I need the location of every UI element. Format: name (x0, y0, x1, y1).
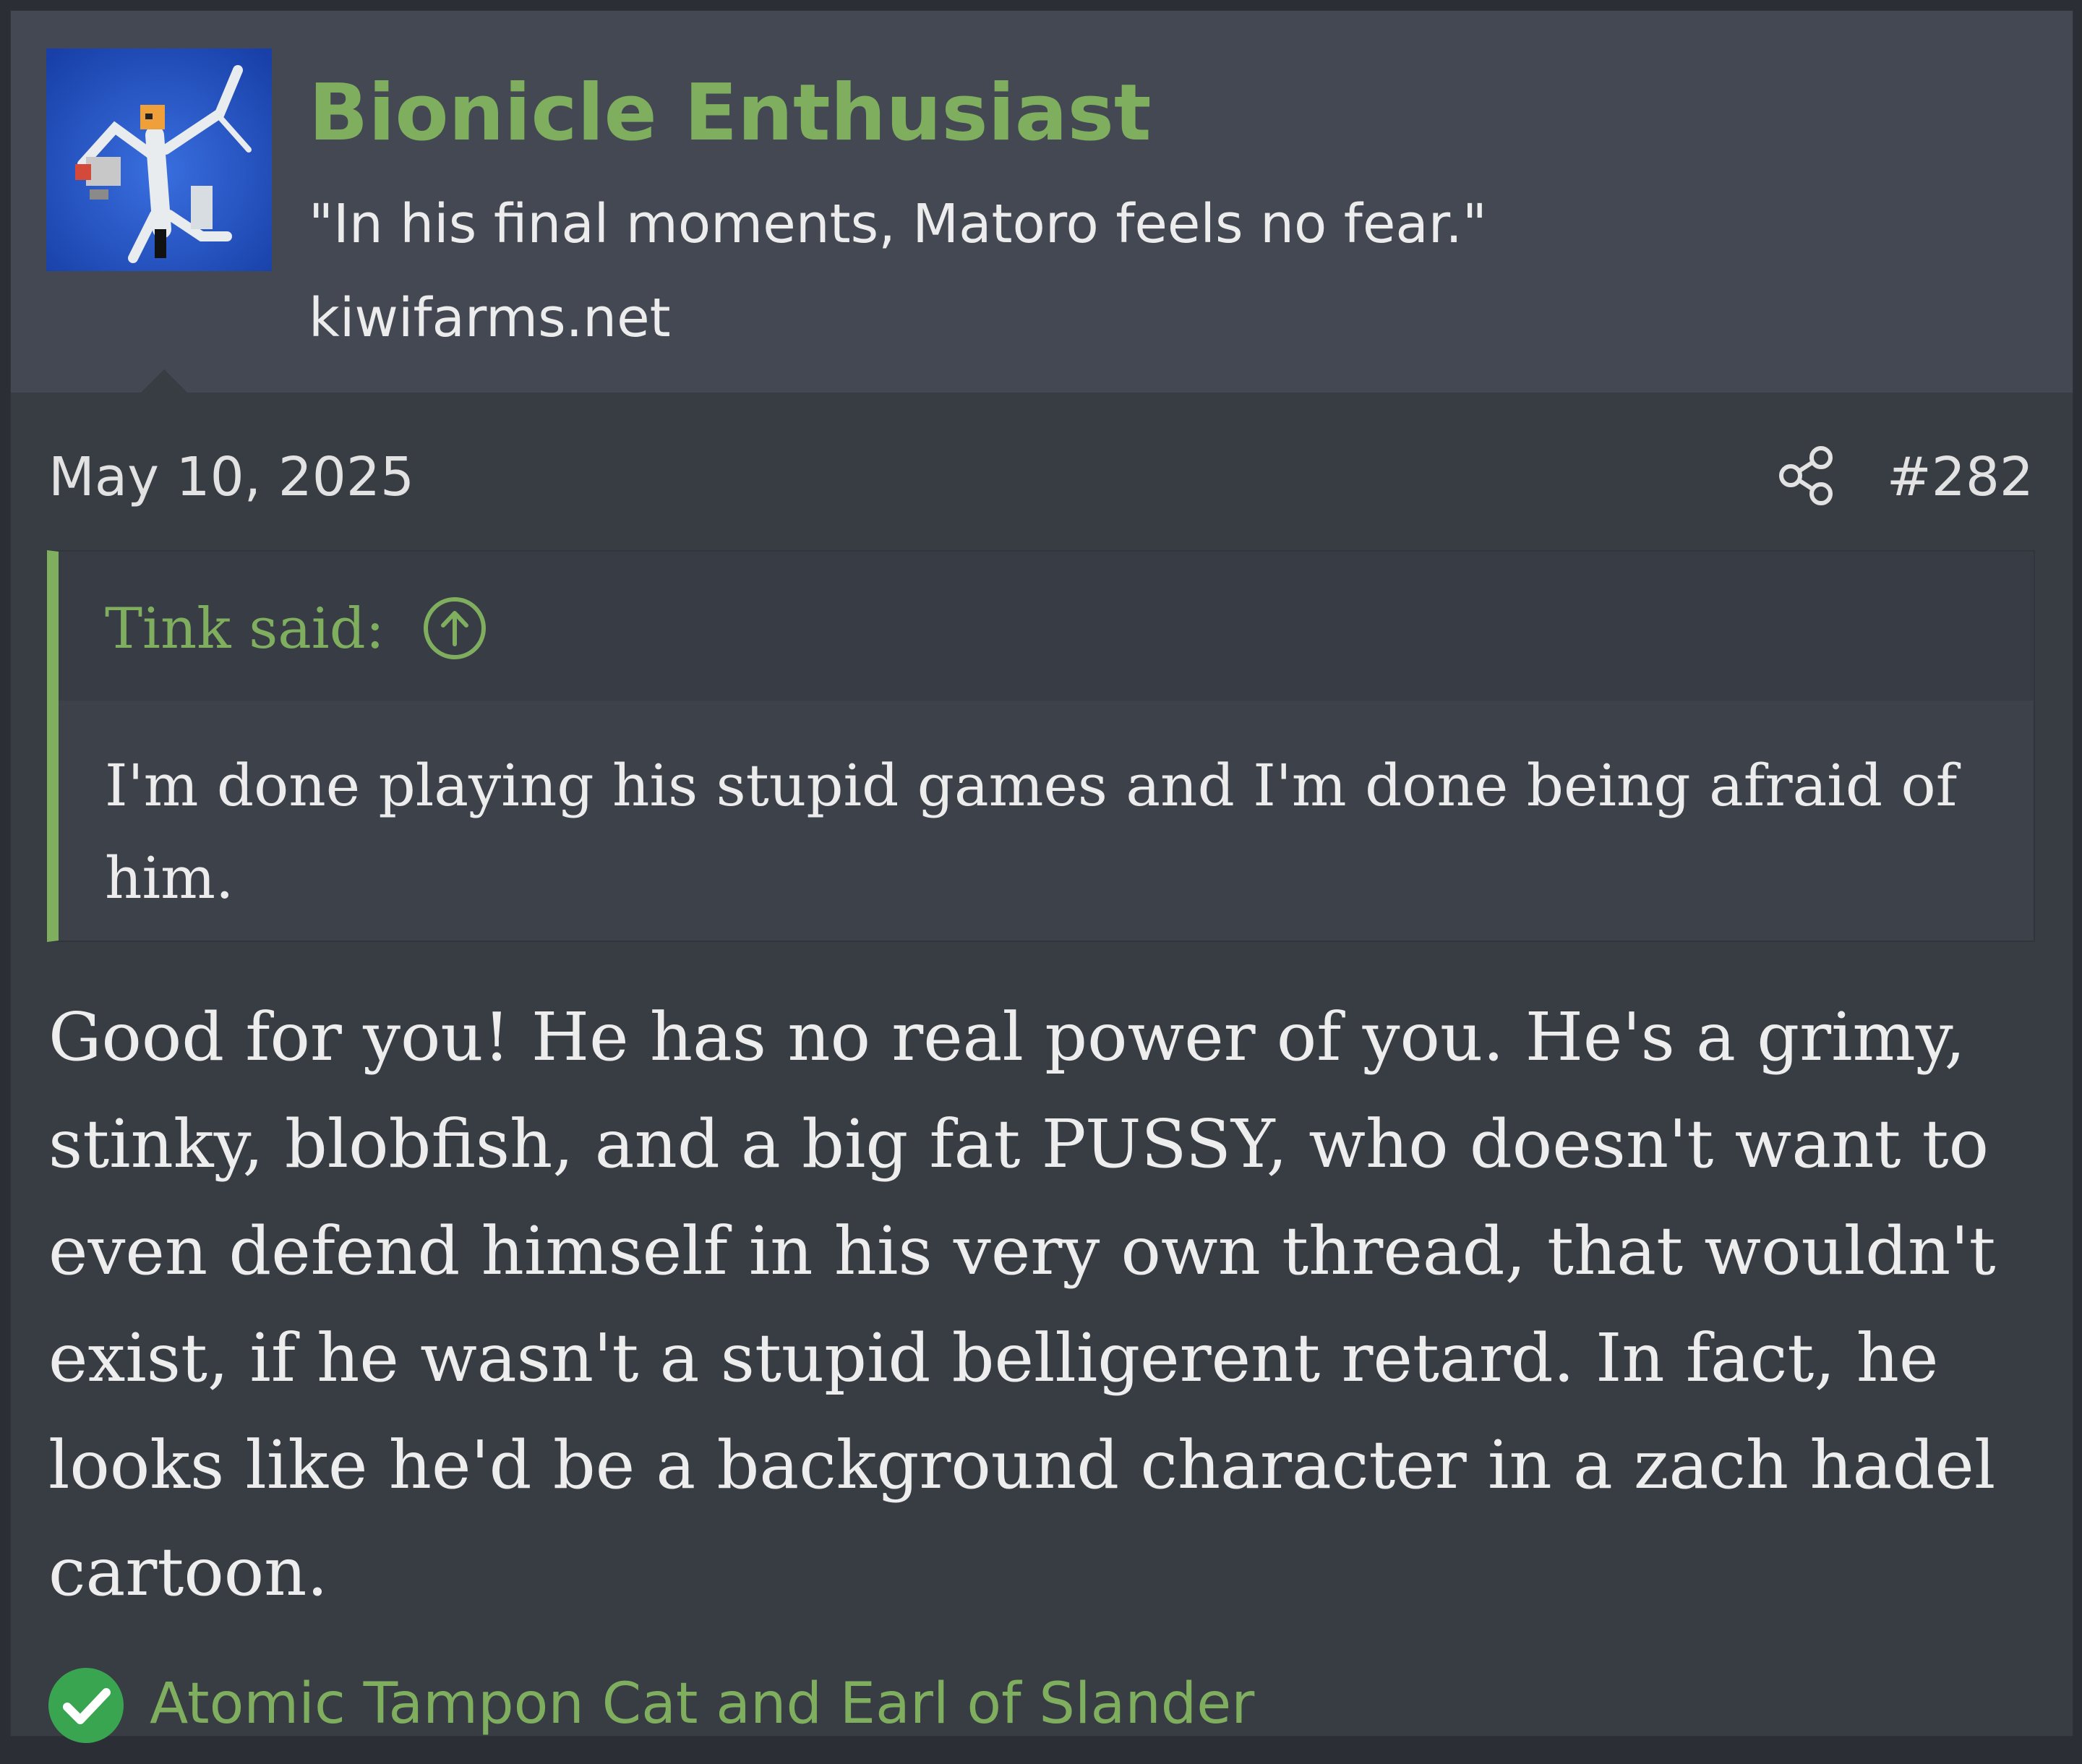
checkmark-icon (48, 1668, 124, 1743)
avatar-image (46, 48, 272, 271)
user-domain: kiwifarms.net (309, 287, 671, 349)
arrow-up-circle-icon (424, 597, 486, 659)
user-block-notch (141, 369, 187, 393)
post-body: Good for you! He has no real power of yo… (48, 998, 1996, 1611)
quote-text: I'm done playing his stupid games and I'… (105, 752, 1958, 912)
reaction-users[interactable]: Atomic Tampon Cat and Earl of Slander (150, 1664, 1254, 1744)
forum-post: Bionicle Enthusiast "In his final moment… (10, 10, 2073, 1743)
quote-block: Tink said: I'm done playing his stupid g… (47, 550, 2035, 942)
quote-author[interactable]: Tink said: (105, 589, 385, 669)
user-title: "In his final moments, Matoro feels no f… (309, 193, 1487, 255)
user-block: Bionicle Enthusiast "In his final moment… (11, 11, 2073, 393)
post-date[interactable]: May 10, 2025 (48, 437, 414, 517)
quote-jump-button[interactable] (420, 594, 489, 663)
post-number-link[interactable]: #282 (1887, 437, 2034, 517)
username[interactable]: Bionicle Enthusiast (309, 63, 1151, 164)
reaction-badge[interactable] (47, 1666, 125, 1744)
share-button[interactable] (1775, 443, 1840, 508)
quote-header: Tink said: (59, 552, 2034, 701)
user-avatar[interactable] (46, 48, 272, 271)
reactions-bar: Atomic Tampon Cat and Earl of Slander (47, 1664, 2057, 1744)
share-icon (1779, 446, 1833, 505)
